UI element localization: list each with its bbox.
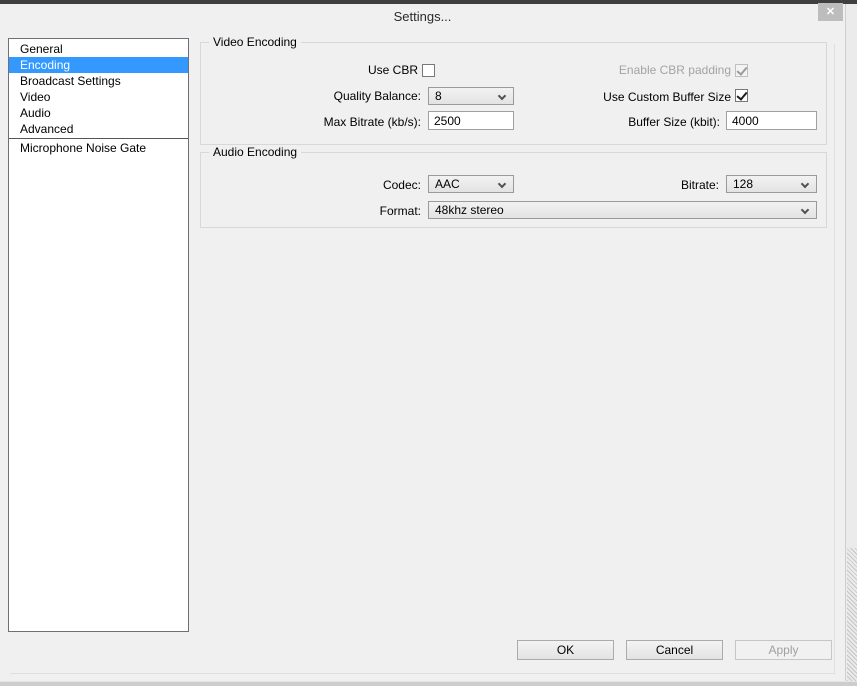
codec-dropdown[interactable]: AAC xyxy=(428,175,514,193)
use-cbr-checkbox[interactable] xyxy=(422,64,435,77)
use-custom-buffer-size-label: Use Custom Buffer Size xyxy=(603,90,731,104)
sidebar-item-microphone-noise-gate[interactable]: Microphone Noise Gate xyxy=(9,140,188,156)
format-label: Format: xyxy=(379,204,421,218)
codec-value: AAC xyxy=(435,177,460,191)
chevron-down-icon xyxy=(497,179,507,189)
bitrate-dropdown[interactable]: 128 xyxy=(726,175,817,193)
buffer-size-label: Buffer Size (kbit): xyxy=(628,115,720,129)
sidebar-item-video[interactable]: Video xyxy=(9,89,188,105)
sidebar-item-advanced[interactable]: Advanced xyxy=(9,121,188,137)
use-cbr-label: Use CBR xyxy=(367,63,418,77)
window-title: Settings... xyxy=(393,9,452,24)
apply-button: Apply xyxy=(735,640,832,660)
max-bitrate-label: Max Bitrate (kb/s): xyxy=(323,115,421,129)
chevron-down-icon xyxy=(800,205,810,215)
quality-balance-label: Quality Balance: xyxy=(333,89,421,103)
title-bar[interactable]: Settings... ✕ xyxy=(0,3,845,30)
desktop-edge-bottom xyxy=(0,681,857,686)
sidebar-item-general[interactable]: General xyxy=(9,41,188,57)
format-value: 48khz stereo xyxy=(435,203,504,217)
codec-label: Codec: xyxy=(382,178,421,192)
resize-grip xyxy=(847,548,857,681)
settings-category-list: General Encoding Broadcast Settings Vide… xyxy=(8,38,189,632)
quality-balance-value: 8 xyxy=(435,89,442,103)
sidebar-item-audio[interactable]: Audio xyxy=(9,105,188,121)
enable-cbr-padding-label: Enable CBR padding xyxy=(618,63,731,77)
settings-dialog: Settings... ✕ General Encoding Broadcast… xyxy=(0,3,845,681)
video-encoding-group-title: Video Encoding xyxy=(209,35,301,49)
sidebar-item-encoding[interactable]: Encoding xyxy=(9,57,188,73)
audio-encoding-group-title: Audio Encoding xyxy=(209,145,302,159)
bitrate-value: 128 xyxy=(733,177,754,191)
format-dropdown[interactable]: 48khz stereo xyxy=(428,201,817,219)
use-custom-buffer-size-checkbox[interactable] xyxy=(735,89,748,102)
ok-button[interactable]: OK xyxy=(517,640,614,660)
background-window-edge xyxy=(845,4,857,681)
buffer-size-input[interactable] xyxy=(726,111,817,130)
sidebar-item-broadcast-settings[interactable]: Broadcast Settings xyxy=(9,73,188,89)
max-bitrate-input[interactable] xyxy=(428,111,514,130)
close-button[interactable]: ✕ xyxy=(818,3,843,21)
close-icon: ✕ xyxy=(825,6,836,18)
bitrate-label: Bitrate: xyxy=(680,178,719,192)
cancel-button[interactable]: Cancel xyxy=(626,640,723,660)
chevron-down-icon xyxy=(800,179,810,189)
enable-cbr-padding-checkbox xyxy=(735,64,748,77)
